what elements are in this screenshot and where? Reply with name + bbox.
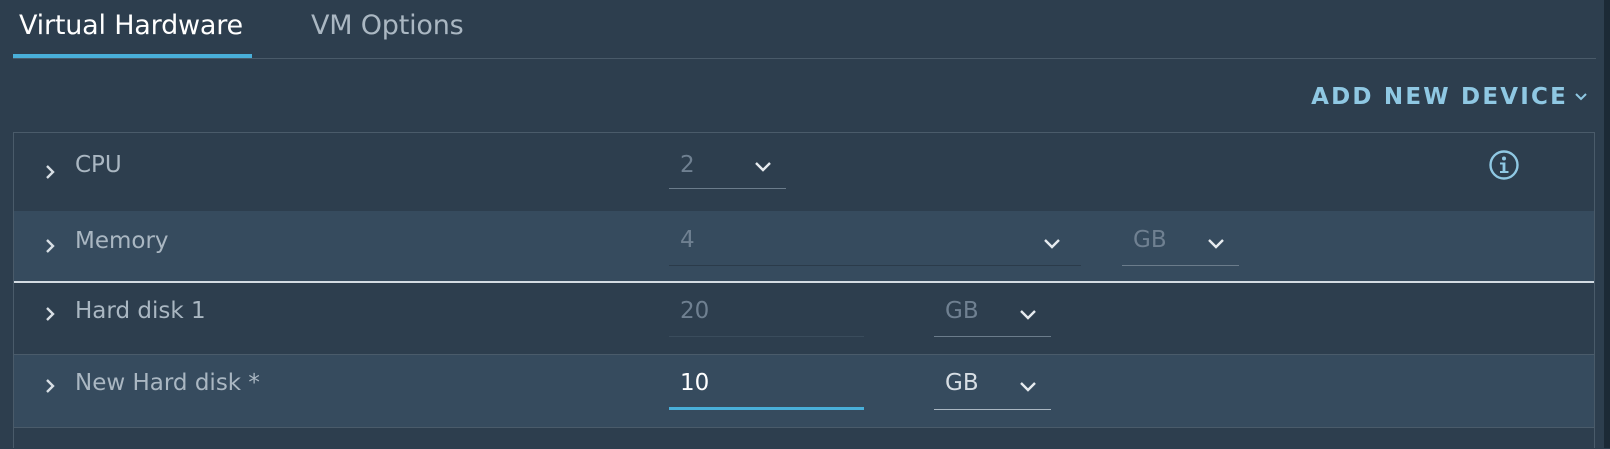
device-label-hard-disk-1: Hard disk 1 <box>75 298 206 324</box>
chevron-down-icon <box>755 162 771 172</box>
memory-unit-value: GB <box>1133 227 1167 253</box>
new-hard-disk-unit-select[interactable]: GB <box>934 365 1051 410</box>
hard-disk-1-size-value: 20 <box>680 298 710 324</box>
chevron-right-icon[interactable] <box>44 306 56 322</box>
chevron-down-icon <box>1208 239 1224 249</box>
device-label-cpu: CPU <box>75 152 122 178</box>
chevron-right-icon[interactable] <box>44 378 56 394</box>
add-new-device-label: ADD NEW DEVICE <box>1311 84 1568 110</box>
hard-disk-1-unit-select[interactable]: GB <box>934 293 1051 337</box>
device-row-hard-disk-1: Hard disk 1 20 GB <box>14 283 1594 355</box>
tab-vm-options[interactable]: VM Options <box>311 10 464 41</box>
chevron-down-icon <box>1044 239 1060 249</box>
new-hard-disk-size-input[interactable]: 10 <box>669 365 864 410</box>
new-hard-disk-unit-value: GB <box>945 370 979 396</box>
chevron-down-icon <box>1575 93 1587 101</box>
device-row-memory: Memory 4 GB <box>14 211 1594 283</box>
scrollbar[interactable] <box>1604 0 1610 448</box>
hard-disk-1-size-input[interactable]: 20 <box>669 293 864 337</box>
tab-bar: Virtual Hardware VM Options <box>0 0 1596 60</box>
field-underline <box>669 188 786 189</box>
device-label-new-hard-disk: New Hard disk * <box>75 370 260 396</box>
cpu-count-select[interactable]: 2 <box>669 147 786 189</box>
add-new-device-button[interactable]: ADD NEW DEVICE <box>1311 82 1588 112</box>
field-underline <box>934 336 1051 337</box>
memory-size-select[interactable]: 4 <box>669 223 1081 266</box>
tab-divider <box>13 58 1596 59</box>
memory-unit-select[interactable]: GB <box>1122 223 1239 266</box>
field-underline <box>1122 265 1239 266</box>
chevron-down-icon <box>1020 382 1036 392</box>
field-underline <box>669 265 1081 266</box>
new-hard-disk-size-value: 10 <box>680 370 710 396</box>
chevron-right-icon[interactable] <box>44 164 56 180</box>
device-label-memory: Memory <box>75 228 169 254</box>
field-underline-focused <box>669 407 864 410</box>
device-row-new-hard-disk: New Hard disk * 10 GB <box>14 355 1594 428</box>
memory-size-value: 4 <box>680 227 695 253</box>
info-icon[interactable] <box>1488 149 1520 181</box>
field-underline <box>934 409 1051 410</box>
device-row-partial <box>14 428 1594 449</box>
hard-disk-1-unit-value: GB <box>945 298 979 324</box>
device-row-cpu: CPU 2 <box>14 133 1594 212</box>
hardware-grid: CPU 2 Memory 4 GB Hard disk 1 20 GB New … <box>13 132 1595 449</box>
tab-virtual-hardware[interactable]: Virtual Hardware <box>19 10 243 41</box>
chevron-down-icon <box>1020 310 1036 320</box>
chevron-right-icon[interactable] <box>44 238 56 254</box>
cpu-count-value: 2 <box>680 152 695 178</box>
field-underline <box>669 336 864 337</box>
